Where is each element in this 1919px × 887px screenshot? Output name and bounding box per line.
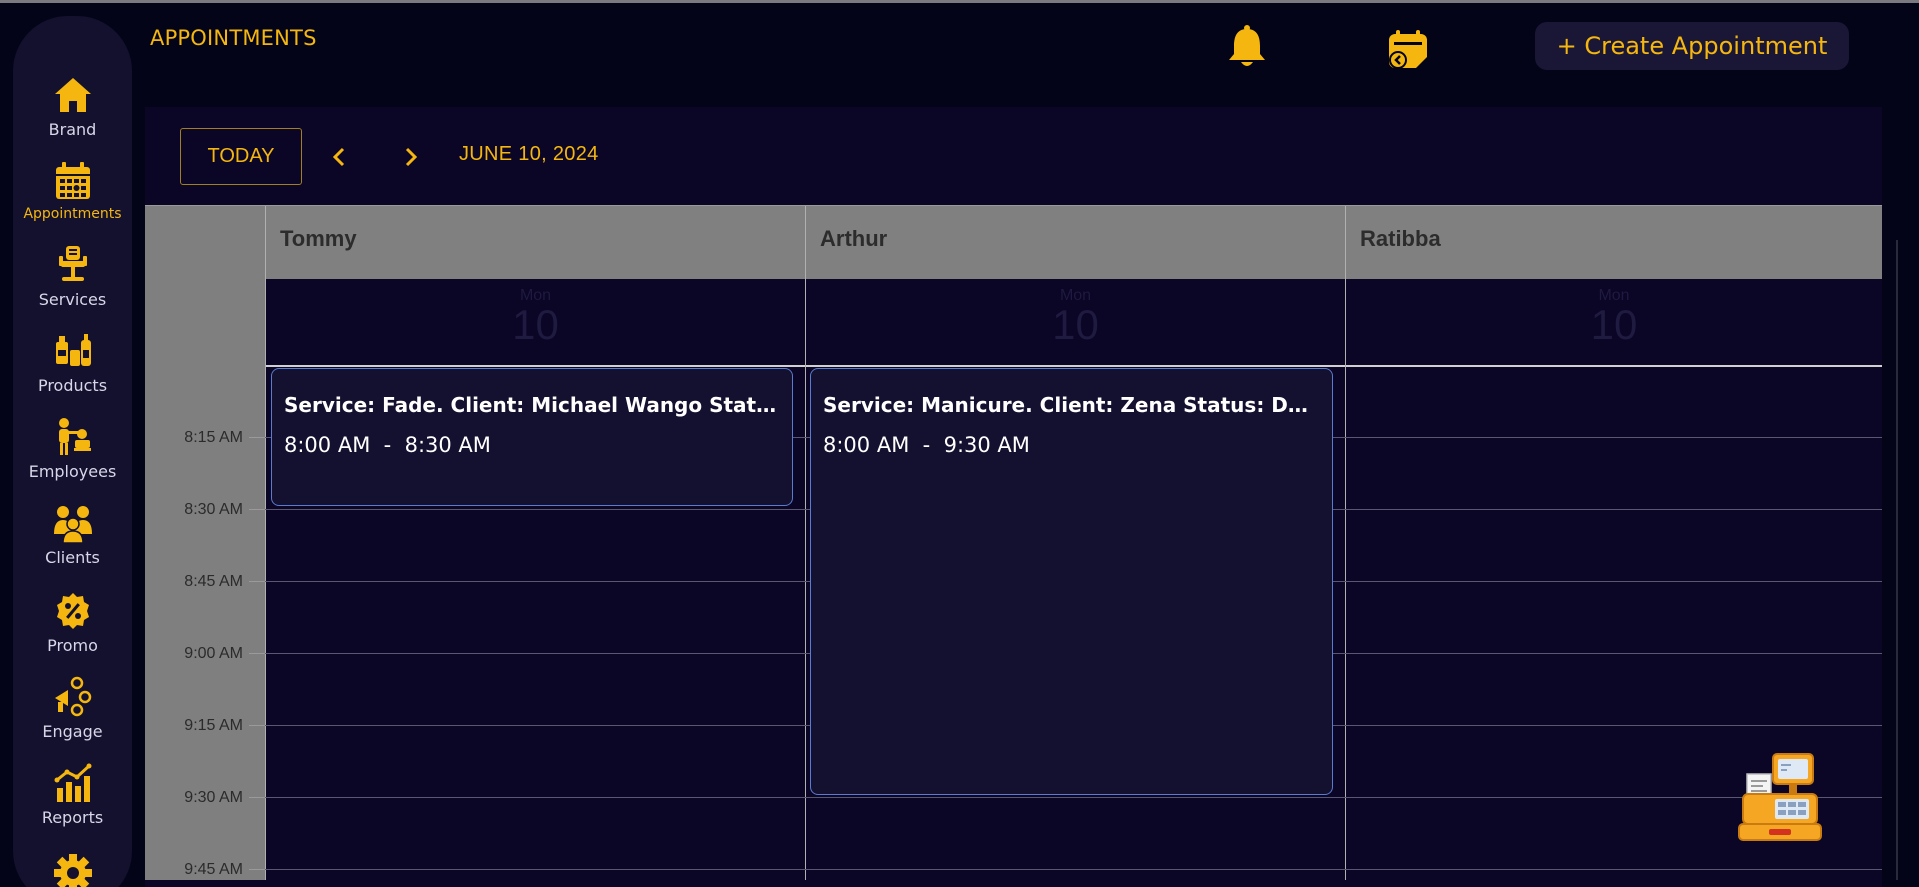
column-divider xyxy=(805,279,806,880)
sidebar-item-label: Brand xyxy=(48,120,97,139)
resource-name: Ratibba xyxy=(1360,226,1441,251)
event-title: Service: Manicure. Client: Zena Status: … xyxy=(823,393,1320,417)
sidebar-item-settings[interactable] xyxy=(13,852,132,887)
sidebar-item-services[interactable]: Services xyxy=(13,244,132,309)
time-label: 8:30 AM xyxy=(184,501,243,518)
sidebar-item-clients[interactable]: Clients xyxy=(13,502,132,567)
clients-icon xyxy=(53,506,92,544)
sidebar-item-appointments[interactable]: Appointments xyxy=(13,160,132,222)
resource-header-tommy[interactable]: Tommy xyxy=(265,206,805,279)
resource-name: Arthur xyxy=(820,226,888,251)
time-label: 9:45 AM xyxy=(184,861,243,878)
resource-name: Tommy xyxy=(280,226,357,251)
sidebar-item-label: Services xyxy=(38,290,107,309)
engage-icon xyxy=(54,676,91,717)
sidebar-item-engage[interactable]: Engage xyxy=(13,676,132,741)
appointment-event[interactable]: Service: Manicure. Client: Zena Status: … xyxy=(810,368,1333,795)
time-tick xyxy=(249,797,265,798)
sidebar-item-label: Employees xyxy=(28,462,117,481)
scrollbar[interactable] xyxy=(1896,240,1898,880)
slot-line xyxy=(265,869,1882,870)
sidebar-item-brand[interactable]: Brand xyxy=(13,74,132,139)
promo-icon xyxy=(56,593,89,629)
notification-bell-icon[interactable] xyxy=(1226,24,1268,70)
appointment-event[interactable]: Service: Fade. Client: Michael Wango Sta… xyxy=(271,368,793,506)
day-number: 10 xyxy=(1590,301,1638,348)
reports-icon xyxy=(54,763,91,802)
sidebar-item-label: Appointments xyxy=(23,206,122,222)
time-label: 9:30 AM xyxy=(184,789,243,806)
resource-header-arthur[interactable]: Arthur xyxy=(805,206,1345,279)
event-time: 8:00 AM - 9:30 AM xyxy=(823,433,1030,457)
sidebar-item-employees[interactable]: Employees xyxy=(13,416,132,481)
sidebar-item-products[interactable]: Products xyxy=(13,330,132,395)
sidebar-item-label: Clients xyxy=(45,548,100,567)
sidebar-item-label: Products xyxy=(37,376,108,395)
time-tick xyxy=(249,437,265,438)
day-number: 10 xyxy=(1052,301,1099,348)
time-label: 8:45 AM xyxy=(184,573,243,590)
time-tick xyxy=(249,725,265,726)
time-tick xyxy=(249,869,265,870)
next-day-icon[interactable] xyxy=(396,142,426,172)
day-header[interactable]: Mon 10 xyxy=(265,279,805,370)
current-date: JUNE 10, 2024 xyxy=(459,143,599,165)
column-divider xyxy=(265,206,266,880)
cash-register-icon[interactable] xyxy=(1733,752,1825,844)
products-icon xyxy=(55,334,91,366)
settings-icon xyxy=(53,854,92,887)
sidebar-item-label: Promo xyxy=(47,636,98,655)
time-tick xyxy=(249,581,265,582)
create-appointment-button[interactable]: + Create Appointment xyxy=(1535,22,1849,70)
window-top-edge xyxy=(0,0,1919,3)
barber-chair-icon xyxy=(58,246,87,281)
sidebar-item-promo[interactable]: Promo xyxy=(13,590,132,655)
time-label: 8:15 AM xyxy=(184,429,243,446)
sidebar-item-reports[interactable]: Reports xyxy=(13,762,132,827)
day-header[interactable]: Mon 10 xyxy=(1345,279,1882,370)
day-number: 10 xyxy=(512,301,559,348)
header-divider xyxy=(265,365,1882,367)
time-label: 9:00 AM xyxy=(184,645,243,662)
event-title: Service: Fade. Client: Michael Wango Sta… xyxy=(284,393,780,417)
time-tick xyxy=(249,509,265,510)
column-divider xyxy=(1345,279,1346,880)
today-button[interactable]: TODAY xyxy=(180,128,302,185)
calendar-grid: Tommy Arthur Ratibba Mon 10 Mon 10 Mon 1… xyxy=(145,205,1882,880)
employee-icon xyxy=(58,418,91,455)
day-header[interactable]: Mon 10 xyxy=(805,279,1345,370)
calendar-switch-icon[interactable] xyxy=(1386,28,1430,72)
prev-day-icon[interactable] xyxy=(324,142,354,172)
time-gutter xyxy=(145,206,265,880)
home-icon xyxy=(54,78,91,112)
sidebar-item-label: Reports xyxy=(41,808,104,827)
sidebar: Brand Appointments Services Products Emp… xyxy=(13,16,132,887)
slot-line xyxy=(265,797,1882,798)
event-time: 8:00 AM - 8:30 AM xyxy=(284,433,491,457)
resource-header-ratibba[interactable]: Ratibba xyxy=(1345,206,1882,279)
time-tick xyxy=(249,653,265,654)
calendar-icon xyxy=(55,162,90,199)
page-title: APPOINTMENTS xyxy=(150,26,317,50)
time-label: 9:15 AM xyxy=(184,717,243,734)
sidebar-item-label: Engage xyxy=(42,722,103,741)
